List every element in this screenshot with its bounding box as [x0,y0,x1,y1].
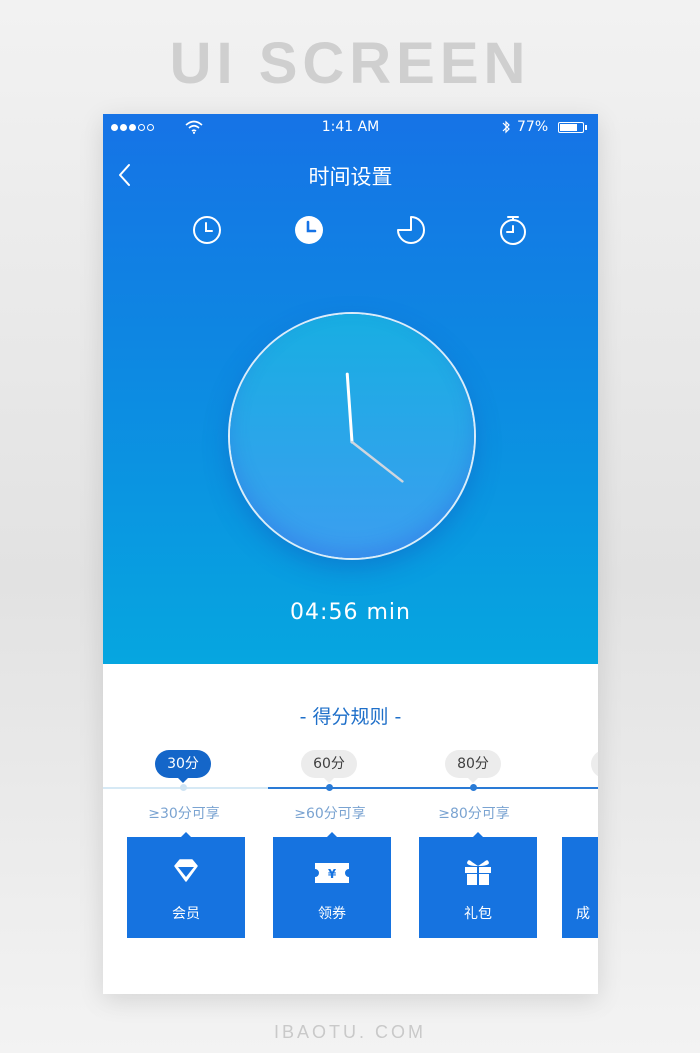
tier-requirement: ≥60分可享 [294,806,366,822]
page-title: 时间设置 [308,165,393,189]
clock-hands [345,372,404,483]
tier-dot [180,784,187,791]
reward-label: 领券 [318,906,346,922]
diamond-icon [174,859,198,882]
stopwatch-icon[interactable] [497,214,529,246]
progress-track-active [268,787,598,789]
svg-text:¥: ¥ [328,867,337,881]
page-headline: UI SCREEN [169,31,531,96]
battery-nub [585,125,587,130]
phone-screen: 1:41 AM 77% 时间设置 04:56 min - 得分规则 - 30分 … [103,114,598,994]
ticket-icon: ¥ [315,863,349,883]
tier-points-pill[interactable]: 60分 [301,750,357,783]
tier-requirement: ≥80分可享 [438,806,510,822]
reward-card-gift[interactable]: 礼包 [419,832,537,938]
clock-outline-icon[interactable] [191,214,223,246]
hour-hand [350,440,404,483]
tier-requirement: ≥30分可享 [148,806,220,822]
gift-icon [465,860,491,885]
reward-card-member[interactable]: 会员 [127,832,245,938]
analog-clock [230,314,474,558]
tier-requirement: ≥9 [560,803,598,819]
reward-label: 礼包 [464,906,492,922]
reward-card-partial[interactable]: 成 [562,837,598,938]
minute-hand [345,372,354,444]
page-footer: IBAOTU. COM [273,1022,426,1042]
battery-icon [558,122,587,133]
rules-title: - 得分规则 - [299,706,402,728]
pie-chart-icon[interactable] [395,214,427,246]
tier-points-pill[interactable]: 9 [591,750,598,778]
battery-fill [560,124,577,131]
tier-dot [326,784,333,791]
bluetooth-icon [502,120,510,134]
battery-percent: 77% [517,119,549,135]
tier-dot [470,784,477,791]
reward-label: 会员 [172,906,200,922]
tier-points-pill[interactable]: 30分 [155,750,211,783]
reward-label: 成 [576,906,590,922]
hero-panel: 1:41 AM 77% 时间设置 04:56 min [103,114,598,664]
tier-points-pill[interactable]: 80分 [445,750,501,783]
timer-display: 04:56 min [290,600,411,625]
reward-card-coupon[interactable]: ¥ 领券 [273,832,391,938]
status-bar: 1:41 AM 77% [103,114,598,142]
clock-filled-icon[interactable] [293,214,325,246]
